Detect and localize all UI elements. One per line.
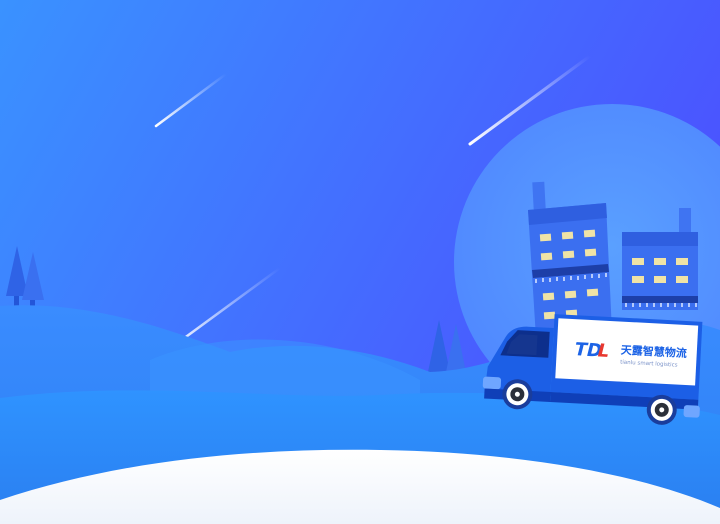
illustration: TD L 天露智慧物流 tianlu smart logistics (0, 0, 720, 524)
logo-mark-accent: L (597, 340, 610, 362)
login-background-scene: TD L 天露智慧物流 tianlu smart logistics (0, 0, 720, 524)
